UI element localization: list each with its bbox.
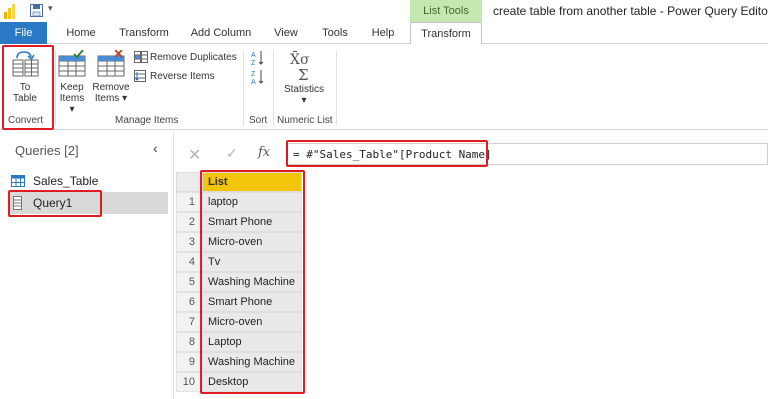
list-column-highlight-box [200, 170, 305, 394]
save-icon[interactable] [30, 4, 43, 17]
queries-pane-title: Queries [2] [15, 143, 79, 158]
quick-access-dropdown-icon[interactable]: ▾ [48, 3, 53, 14]
remove-duplicates-icon [134, 51, 148, 64]
insert-function-icon[interactable]: fx [258, 145, 270, 160]
statistics-label: Statistics [283, 84, 324, 95]
svg-text:Z: Z [251, 71, 256, 78]
row-number[interactable]: 2 [176, 212, 202, 232]
sort-ascending-button[interactable]: AZ [250, 50, 268, 66]
query-item-label: Sales_Table [33, 174, 99, 188]
remove-items-button[interactable]: Remove Items ▾ [92, 48, 130, 110]
row-number[interactable]: 4 [176, 252, 202, 272]
window-title: create table from another table - Power … [493, 4, 768, 18]
collapse-pane-chevron-icon[interactable]: ‹ [153, 140, 158, 156]
tab-tools[interactable]: Tools [318, 22, 352, 44]
tab-add-column[interactable]: Add Column [188, 22, 254, 44]
ribbon-tabs: File Home Transform Add Column View Tool… [0, 22, 768, 45]
numeric-list-group-label: Numeric List [277, 115, 333, 126]
sort-descending-button[interactable]: ZA [250, 69, 268, 85]
ribbon-separator [243, 50, 244, 126]
ribbon-separator [336, 50, 337, 126]
remove-duplicates-label: Remove Duplicates [150, 52, 237, 63]
remove-items-label-line1: Remove [92, 82, 130, 93]
keep-items-label-line2: Items ▾ [59, 93, 85, 115]
query-item-sales-table[interactable]: Sales_Table [8, 170, 168, 192]
svg-text:Σ: Σ [298, 66, 309, 82]
keep-items-label-line1: Keep [60, 82, 84, 93]
formula-bar: ✕ ✓ fx = #"Sales_Table"[Product Name] [176, 140, 768, 168]
svg-text:A: A [251, 52, 256, 59]
tab-home[interactable]: Home [64, 22, 98, 44]
tab-list-transform[interactable]: Transform [410, 22, 482, 45]
tab-help[interactable]: Help [367, 22, 399, 44]
svg-text:Z: Z [251, 60, 256, 66]
row-number[interactable]: 6 [176, 292, 202, 312]
tab-transform[interactable]: Transform [116, 22, 172, 44]
ribbon: To Table Convert Keep Items ▾ Remove Ite… [0, 44, 768, 130]
title-bar: ▾ List Tools create table from another t… [0, 0, 768, 22]
keep-items-icon [57, 50, 87, 78]
sort-group-label: Sort [249, 115, 268, 126]
queries-pane: Queries [2] ‹ Sales_Table Query1 [0, 131, 174, 399]
table-icon [11, 175, 25, 187]
query1-highlight-box [8, 190, 102, 217]
power-bi-logo-icon [4, 3, 20, 19]
row-number[interactable]: 8 [176, 332, 202, 352]
convert-highlight-box [2, 45, 54, 130]
formula-highlight-box [286, 140, 488, 167]
statistics-icon: X̄σ Σ [287, 50, 321, 82]
confirm-formula-icon[interactable]: ✓ [226, 145, 238, 162]
statistics-dropdown-icon: ▾ [301, 95, 307, 106]
reverse-items-icon [134, 70, 148, 83]
svg-text:A: A [251, 79, 256, 85]
row-number[interactable]: 1 [176, 192, 202, 212]
sort-ascending-icon: AZ [250, 50, 268, 66]
reverse-items-label: Reverse Items [150, 71, 215, 82]
remove-items-icon [96, 50, 126, 78]
ribbon-separator [273, 50, 274, 126]
row-number[interactable]: 10 [176, 372, 202, 392]
sort-descending-icon: ZA [250, 69, 268, 85]
list-tools-context-tab: List Tools [410, 0, 482, 22]
row-number[interactable]: 9 [176, 352, 202, 372]
row-number[interactable]: 3 [176, 232, 202, 252]
tab-view[interactable]: View [270, 22, 302, 44]
row-number[interactable]: 7 [176, 312, 202, 332]
grid-corner[interactable] [176, 172, 202, 192]
row-number[interactable]: 5 [176, 272, 202, 292]
remove-duplicates-button[interactable]: Remove Duplicates [134, 50, 237, 66]
tab-file[interactable]: File [0, 22, 47, 44]
manage-items-group-label: Manage Items [115, 115, 179, 126]
remove-items-label-line2: Items ▾ [94, 93, 128, 104]
reverse-items-button[interactable]: Reverse Items [134, 69, 214, 85]
statistics-button[interactable]: X̄σ Σ Statistics ▾ [280, 48, 328, 110]
keep-items-button[interactable]: Keep Items ▾ [56, 48, 88, 115]
cancel-formula-icon[interactable]: ✕ [188, 145, 201, 165]
